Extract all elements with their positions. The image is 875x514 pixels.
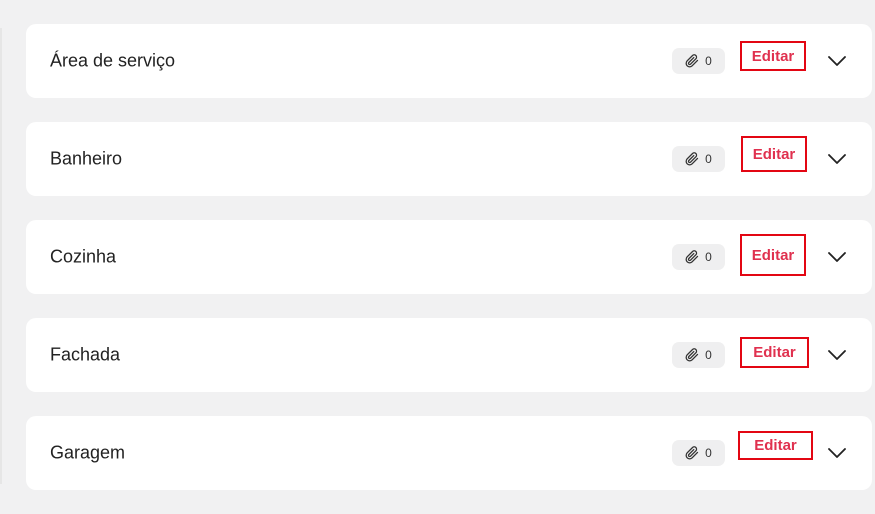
attachment-count-badge[interactable]: 0 (672, 146, 725, 172)
expand-toggle[interactable] (826, 50, 848, 72)
paperclip-icon (685, 152, 699, 166)
room-card-area-de-servico: Área de serviço 0 Editar (26, 24, 872, 98)
expand-toggle[interactable] (826, 442, 848, 464)
room-card-garagem: Garagem 0 Editar (26, 416, 872, 490)
attachment-count: 0 (705, 348, 712, 362)
chevron-down-icon (828, 252, 846, 262)
room-name: Banheiro (50, 148, 123, 169)
attachment-count: 0 (705, 250, 712, 264)
attachment-count: 0 (705, 152, 712, 166)
paperclip-icon (685, 54, 699, 68)
paperclip-icon (685, 446, 699, 460)
chevron-down-icon (828, 56, 846, 66)
attachment-count-badge[interactable]: 0 (672, 342, 725, 368)
room-card-banheiro: Banheiro 0 Editar (26, 122, 872, 196)
paperclip-icon (685, 348, 699, 362)
edit-button[interactable]: Editar (740, 234, 806, 276)
attachment-count-badge[interactable]: 0 (672, 48, 725, 74)
room-name: Cozinha (50, 246, 117, 267)
room-card-fachada: Fachada 0 Editar (26, 318, 872, 392)
room-list: Área de serviço 0 Editar Banheiro 0 Edit… (26, 24, 872, 514)
edit-button[interactable]: Editar (740, 41, 806, 71)
chevron-down-icon (828, 350, 846, 360)
attachment-count-badge[interactable]: 0 (672, 440, 725, 466)
room-card-cozinha: Cozinha 0 Editar (26, 220, 872, 294)
paperclip-icon (685, 250, 699, 264)
edit-button[interactable]: Editar (741, 136, 807, 172)
attachment-count: 0 (705, 446, 712, 460)
room-name: Fachada (50, 344, 121, 365)
room-name: Área de serviço (50, 50, 176, 71)
expand-toggle[interactable] (826, 246, 848, 268)
room-name: Garagem (50, 442, 126, 463)
expand-toggle[interactable] (826, 344, 848, 366)
attachment-count-badge[interactable]: 0 (672, 244, 725, 270)
edit-button[interactable]: Editar (738, 431, 813, 460)
chevron-down-icon (828, 448, 846, 458)
edit-button[interactable]: Editar (740, 337, 809, 368)
chevron-down-icon (828, 154, 846, 164)
left-panel-edge (0, 28, 2, 484)
attachment-count: 0 (705, 54, 712, 68)
expand-toggle[interactable] (826, 148, 848, 170)
